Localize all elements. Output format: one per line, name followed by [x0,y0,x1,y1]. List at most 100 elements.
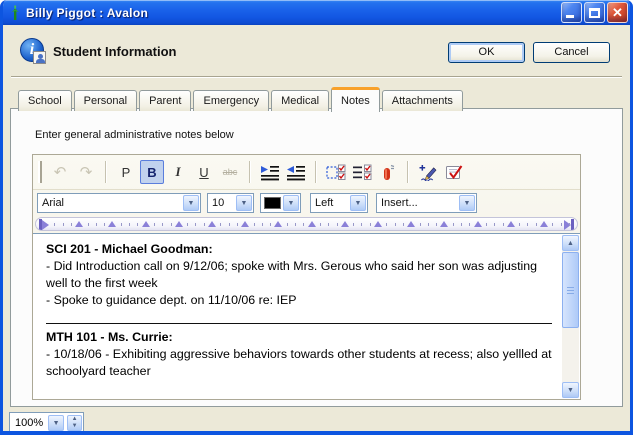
required-field-button[interactable] [376,160,400,184]
ruler-tick [270,223,271,226]
spinner-down-icon[interactable]: ▼ [72,423,78,429]
indent-button[interactable] [258,160,282,184]
chevron-down-icon[interactable]: ▼ [236,195,252,211]
zoom-dropdown-icon[interactable]: ▼ [48,415,64,431]
tab-stop-marker[interactable] [274,221,282,227]
tab-stop-marker[interactable] [208,221,216,227]
notes-tab-panel: Enter general administrative notes below… [10,108,623,407]
toolbar-grip[interactable] [38,161,42,183]
note-line: - 10/18/06 - Exhibiting aggressive behav… [46,346,554,380]
undo-button[interactable]: ↶ [48,160,72,184]
note-line: - Did Introduction call on 9/12/06; spok… [46,258,554,292]
ruler-tick [561,223,562,226]
select-fields-button[interactable] [324,160,348,184]
zoom-spinner[interactable]: ▲ ▼ [67,415,82,431]
tab-stop-marker[interactable] [142,221,150,227]
ruler-tick [361,223,362,226]
add-note-button[interactable] [416,160,440,184]
font-size-select[interactable]: 10 ▼ [207,193,254,213]
tab-stop-marker[interactable] [75,221,83,227]
maximize-button[interactable] [584,2,605,23]
tab-stop-marker[interactable] [175,221,183,227]
ruler-tick [370,223,371,226]
tab-stop-marker[interactable] [440,221,448,227]
ruler-tick [129,223,130,226]
ruler-tick [328,223,329,226]
alignment-select[interactable]: Left ▼ [310,193,368,213]
ruler-tick [569,223,570,226]
ruler-tick [254,223,255,226]
underline-button[interactable]: U [192,160,216,184]
close-button[interactable]: ✕ [607,2,628,23]
zoom-control[interactable]: 100% ▼ ▲ ▼ [9,412,84,433]
font-color-select[interactable]: ▼ [260,193,301,213]
chevron-down-icon[interactable]: ▼ [459,195,475,211]
tab-stop-marker[interactable] [507,221,515,227]
scroll-up-button[interactable]: ▲ [562,235,579,251]
tab-stop-marker[interactable] [241,221,249,227]
italic-button[interactable]: I [166,160,190,184]
undo-icon: ↶ [54,163,67,181]
tab-medical[interactable]: Medical [271,90,329,111]
ruler-tick [71,223,72,226]
tab-school[interactable]: School [18,90,72,111]
checklist-button[interactable] [350,160,374,184]
tab-personal[interactable]: Personal [74,90,137,111]
ruler[interactable] [33,215,580,233]
ruler-tick [519,223,520,226]
font-family-select[interactable]: Arial ▼ [37,193,201,213]
tab-stop-marker[interactable] [407,221,415,227]
tab-parent[interactable]: Parent [139,90,191,111]
tab-strip: School Personal Parent Emergency Medical… [18,87,465,111]
vertical-scrollbar[interactable]: ▲ ▼ [562,235,579,398]
tab-stop-marker[interactable] [474,221,482,227]
ok-button[interactable]: OK [448,42,525,63]
ruler-tick [353,223,354,226]
font-toolbar: Arial ▼ 10 ▼ ▼ Left ▼ [33,190,580,215]
ruler-tick [337,223,338,226]
insert-select[interactable]: Insert... ▼ [376,193,477,213]
tab-stop-marker[interactable] [374,221,382,227]
ruler-tick [137,223,138,226]
minimize-icon [566,15,574,18]
required-field-icon [378,164,398,181]
student-information-window: Billy Piggot : Avalon ✕ i Student Inform… [0,0,633,435]
ruler-tick [63,223,64,226]
ruler-tick [403,223,404,226]
tab-stop-marker[interactable] [308,221,316,227]
bold-button[interactable]: B [140,160,164,184]
app-icon [8,5,22,21]
ruler-tick [453,223,454,226]
plain-style-button[interactable]: P [114,160,138,184]
chevron-down-icon[interactable]: ▼ [283,195,299,211]
cancel-button[interactable]: Cancel [533,42,610,63]
minimize-button[interactable] [561,2,582,23]
approve-note-button[interactable] [442,160,466,184]
zoom-value: 100% [11,417,47,429]
scroll-down-button[interactable]: ▼ [562,382,579,398]
redo-button[interactable]: ↷ [74,160,98,184]
ruler-tick [295,223,296,226]
ruler-tick [229,223,230,226]
chevron-down-icon[interactable]: ▼ [350,195,366,211]
ruler-tick [461,223,462,226]
note-divider [46,323,552,324]
chevron-down-icon[interactable]: ▼ [183,195,199,211]
ruler-tick [552,223,553,226]
spinner-up-icon[interactable]: ▲ [72,416,78,422]
tab-notes[interactable]: Notes [331,87,380,112]
notes-text-area[interactable]: SCI 201 - Michael Goodman: - Did Introdu… [33,233,580,399]
note-heading: SCI 201 - Michael Goodman: [46,241,554,258]
strikethrough-button[interactable]: abc [218,160,242,184]
ruler-tick [469,223,470,226]
tab-emergency[interactable]: Emergency [193,90,269,111]
ruler-tick [237,223,238,226]
notes-document[interactable]: SCI 201 - Michael Goodman: - Did Introdu… [33,234,562,399]
format-toolbar: ↶ ↷ P B I U abc [33,155,580,190]
tab-stop-marker[interactable] [540,221,548,227]
tab-stop-marker[interactable] [108,221,116,227]
tab-attachments[interactable]: Attachments [382,90,463,111]
scrollbar-thumb[interactable] [562,252,579,328]
tab-stop-marker[interactable] [341,221,349,227]
outdent-button[interactable] [284,160,308,184]
